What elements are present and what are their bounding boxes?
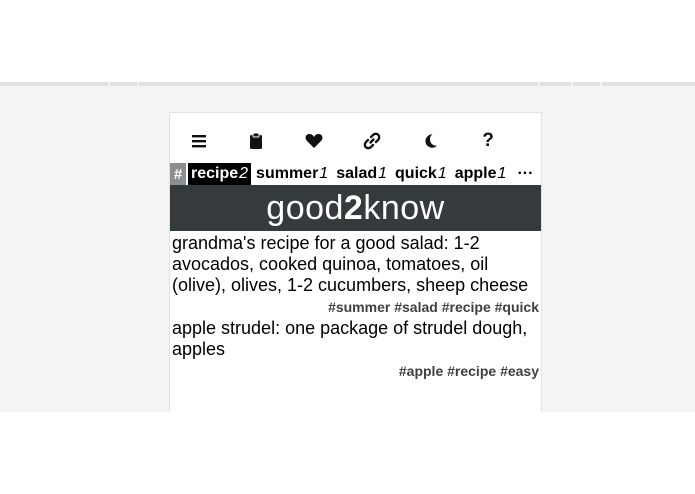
note-tag[interactable]: #recipe <box>442 299 491 315</box>
more-tags-button[interactable]: ··· <box>517 165 533 183</box>
tag-quick[interactable]: quick 1 <box>392 163 450 185</box>
tag-label: quick <box>395 165 437 182</box>
tag-hash-button[interactable]: # <box>170 163 186 185</box>
tag-label: apple <box>454 165 497 182</box>
menu-icon[interactable] <box>188 131 210 151</box>
moon-icon[interactable] <box>419 131 441 151</box>
note-tag[interactable]: #recipe <box>447 363 496 379</box>
logo-text-know: know <box>363 188 445 227</box>
tag-label: recipe <box>191 165 239 182</box>
tag-apple[interactable]: apple 1 <box>452 163 510 185</box>
tag-recipe[interactable]: recipe 2 <box>188 163 252 185</box>
tag-count: 1 <box>319 165 329 182</box>
top-divider <box>0 82 695 86</box>
note-text: grandma's recipe for a good salad: 1-2 a… <box>172 233 529 295</box>
tag-salad[interactable]: salad 1 <box>333 163 390 185</box>
note-tag[interactable]: #quick <box>495 299 539 315</box>
tag-count: 1 <box>378 165 388 182</box>
notes-list: grandma's recipe for a good salad: 1-2 a… <box>170 231 541 380</box>
toolbar: ? <box>170 113 541 163</box>
tag-count: 1 <box>437 165 447 182</box>
tag-count: 2 <box>239 165 249 182</box>
logo-text-2: 2 <box>343 188 364 227</box>
notes-app-card: ? # recipe 2 summer 1 salad 1 quick 1 apple 1… <box>169 112 542 412</box>
link-icon[interactable] <box>361 131 383 151</box>
tag-count: 1 <box>497 165 507 182</box>
page-background: ? # recipe 2 summer 1 salad 1 quick 1 apple 1… <box>0 82 695 412</box>
note-tag[interactable]: #apple <box>399 363 443 379</box>
clipboard-icon[interactable] <box>245 131 267 151</box>
note-item[interactable]: apple strudel: one package of strudel do… <box>170 318 541 380</box>
tag-bar: # recipe 2 summer 1 salad 1 quick 1 apple 1 ·… <box>170 163 541 185</box>
note-tags: #apple #recipe #easy <box>172 362 539 380</box>
tag-label: summer <box>256 165 319 182</box>
help-icon[interactable]: ? <box>477 130 499 151</box>
note-tags: #summer #salad #recipe #quick <box>172 298 539 316</box>
heart-icon[interactable] <box>303 131 325 151</box>
note-item[interactable]: grandma's recipe for a good salad: 1-2 a… <box>170 233 541 316</box>
tag-summer[interactable]: summer 1 <box>253 163 331 185</box>
note-text: apple strudel: one package of strudel do… <box>172 318 528 359</box>
note-tag[interactable]: #salad <box>394 299 438 315</box>
note-tag[interactable]: #summer <box>328 299 390 315</box>
app-logo: good 2 know <box>170 185 541 231</box>
note-tag[interactable]: #easy <box>500 363 539 379</box>
logo-text-good: good <box>266 188 344 227</box>
tag-label: salad <box>336 165 378 182</box>
